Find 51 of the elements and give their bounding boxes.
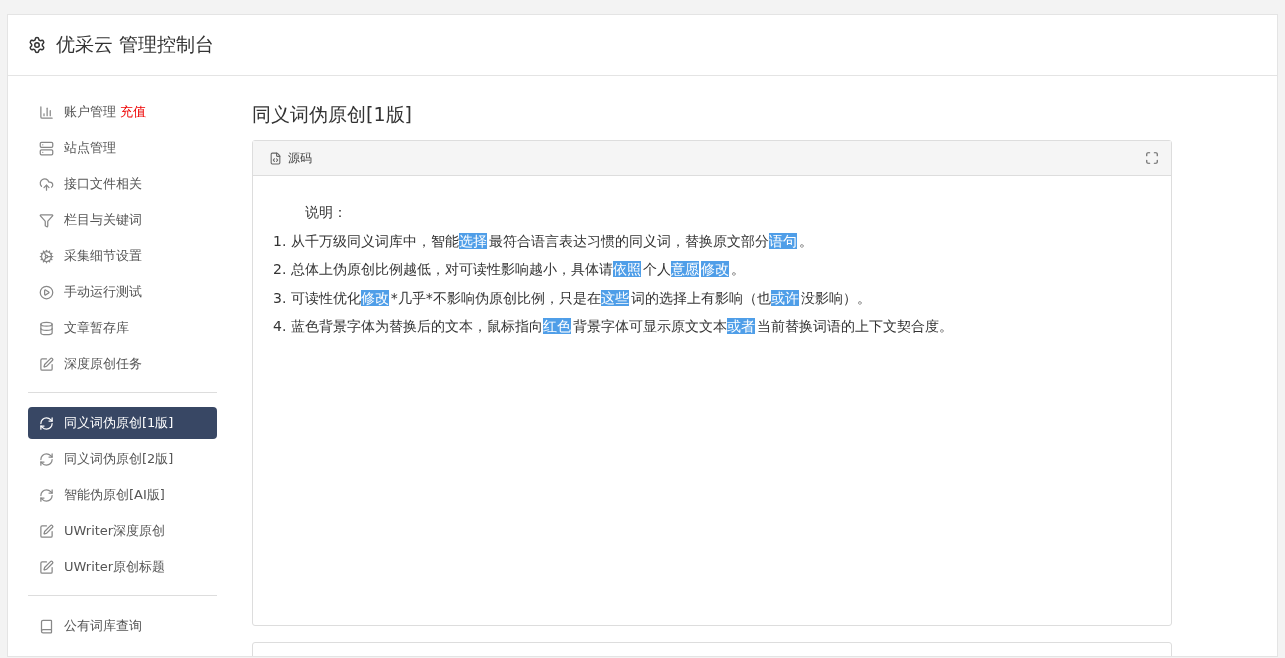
sidebar-item[interactable]: 账户管理 充值 [28, 96, 217, 128]
sidebar-item-label: UWriter深度原创 [64, 522, 166, 540]
sidebar-item-label: 同义词伪原创[1版] [64, 414, 174, 432]
sidebar-item[interactable]: 智能伪原创[AI版] [28, 479, 217, 511]
sidebar-item-label: 站点管理 [64, 139, 116, 157]
console-title: 优采云 管理控制台 [56, 32, 215, 57]
server-icon [39, 140, 54, 156]
source-file-icon [269, 151, 282, 165]
recharge-link[interactable]: 充值 [120, 103, 146, 121]
sidebar-item-label: 公有词库查询 [64, 617, 142, 635]
sidebar-item-label: 账户管理 [64, 103, 116, 121]
sidebar-item-label: 智能伪原创[AI版] [64, 486, 165, 504]
sidebar-item[interactable]: 公有词库查询 [28, 610, 217, 642]
settings-icon [28, 36, 46, 54]
sidebar-item[interactable]: 接口文件相关 [28, 168, 217, 200]
sidebar-item-label: 文章暂存库 [64, 319, 129, 337]
sidebar-item-label: 深度原创任务 [64, 355, 142, 373]
sidebar-item[interactable]: 手动运行测试 [28, 276, 217, 308]
sidebar-item-label: UWriter原创标题 [64, 558, 166, 576]
sidebar-item[interactable]: 同义词伪原创[2版] [28, 443, 217, 475]
sidebar-item-label: 栏目与关键词 [64, 211, 142, 229]
edit-icon [39, 356, 54, 372]
sidebar-item[interactable]: UWriter原创标题 [28, 551, 217, 583]
sidebar-item[interactable]: 站点管理 [28, 132, 217, 164]
source-tab[interactable]: 源码 [288, 149, 312, 167]
fullscreen-icon[interactable] [1145, 151, 1159, 165]
book-icon [39, 618, 54, 634]
sidebar-item[interactable]: 同义词伪原创[1版] [28, 407, 217, 439]
refresh-icon [39, 451, 54, 467]
sidebar-item-label: 手动运行测试 [64, 283, 142, 301]
bar-chart-icon [39, 104, 54, 120]
cloud-upload-icon [39, 176, 54, 192]
sidebar-item[interactable]: UWriter深度原创 [28, 515, 217, 547]
sidebar-item[interactable]: 深度原创任务 [28, 348, 217, 380]
editor-text: 4. 蓝色背景字体为替换后的文本，鼠标指向红色背景字体可显示原文文本或者 当前替换词语的上下文契合度。 [273, 317, 954, 336]
edit-icon [39, 559, 54, 575]
sidebar-item[interactable]: 采集细节设置 [28, 240, 217, 272]
database-icon [39, 320, 54, 336]
edit-icon [39, 523, 54, 539]
sidebar-item-label: 接口文件相关 [64, 175, 142, 193]
gears-icon [39, 248, 54, 264]
play-icon [39, 284, 54, 300]
refresh-icon [39, 415, 54, 431]
sidebar-item[interactable]: 文章暂存库 [28, 312, 217, 344]
sidebar-item-label: 采集细节设置 [64, 247, 142, 265]
sidebar-item[interactable]: 栏目与关键词 [28, 204, 217, 236]
page-title: 同义词伪原创[1版] [252, 102, 413, 127]
editor-text: 说明： [304, 203, 348, 222]
filter-icon [39, 212, 54, 228]
sidebar-item-label: 同义词伪原创[2版] [64, 450, 174, 468]
refresh-icon [39, 487, 54, 503]
